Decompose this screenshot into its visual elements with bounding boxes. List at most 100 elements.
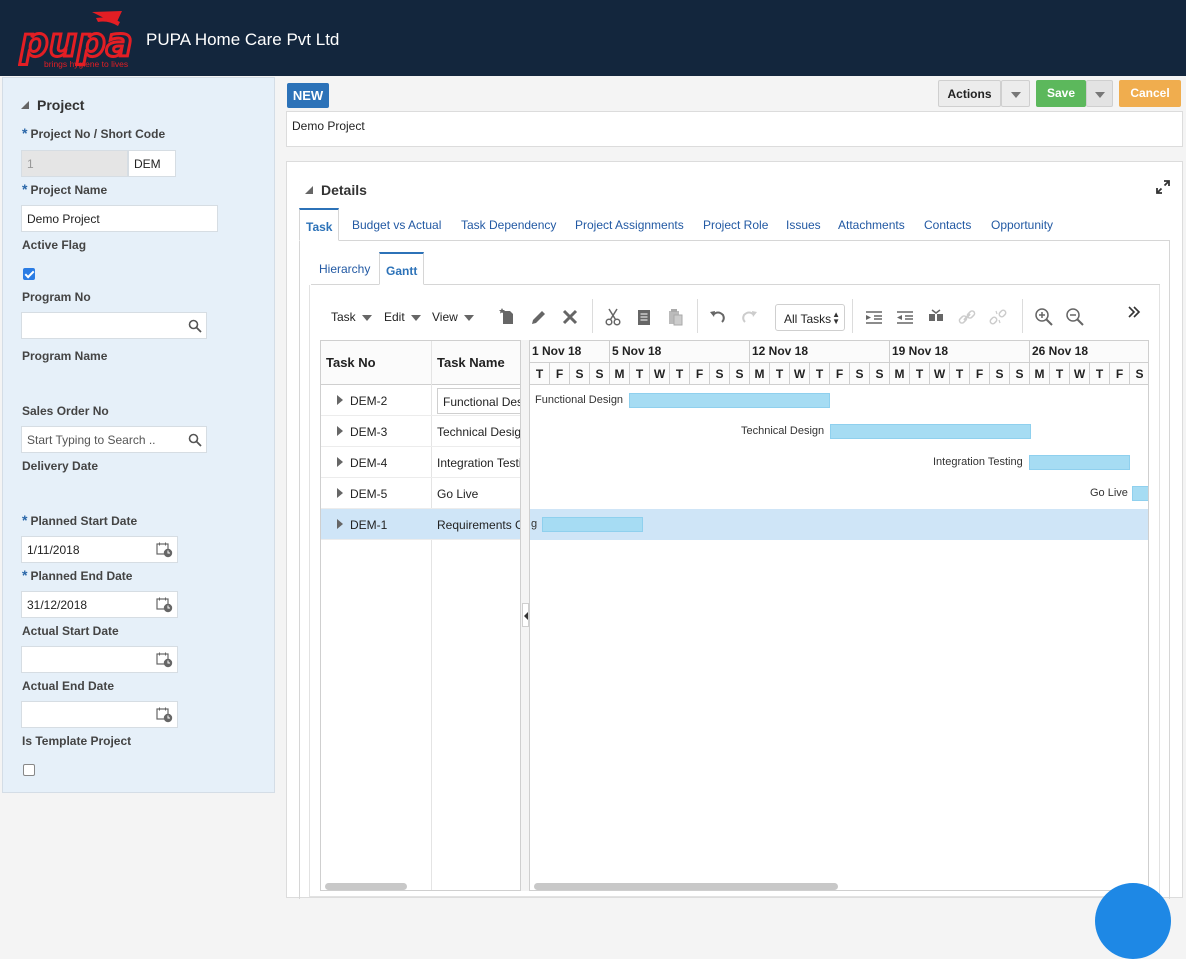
table-row[interactable]: DEM-4 Integration Testing [321, 447, 520, 478]
paste-icon[interactable] [664, 306, 686, 328]
floating-action-button[interactable] [1095, 883, 1171, 959]
view-menu[interactable]: View [432, 310, 474, 324]
day-letter: W [650, 363, 670, 385]
task-bar[interactable] [1029, 455, 1130, 470]
calendar-icon[interactable] [156, 597, 173, 613]
day-letter: T [1050, 363, 1070, 385]
edit-menu[interactable]: Edit [384, 310, 421, 324]
split-task-icon[interactable] [925, 306, 947, 328]
tab-contacts[interactable]: Contacts [924, 208, 971, 241]
day-letter: M [610, 363, 630, 385]
gantt-chart: Task Edit View All Tasks ▲ ▼ Task No Tas… [309, 285, 1160, 897]
save-button[interactable]: Save [1036, 80, 1086, 107]
timeline-horizontal-scrollbar[interactable] [534, 883, 838, 890]
indent-icon[interactable] [863, 306, 885, 328]
subtab-gantt[interactable]: Gantt [379, 252, 425, 285]
actual-end-input[interactable] [21, 701, 178, 728]
program-no-label: Program No [22, 290, 91, 304]
expand-row-icon[interactable] [337, 457, 343, 467]
search-icon[interactable] [188, 433, 202, 447]
link-icon[interactable] [956, 306, 978, 328]
delete-x-icon[interactable] [559, 306, 581, 328]
tab-project-role[interactable]: Project Role [703, 208, 768, 241]
new-task-icon[interactable] [497, 306, 519, 328]
actual-end-label: Actual End Date [22, 679, 115, 693]
timeline-row: Go Live [530, 478, 1148, 509]
record-title-field[interactable]: Demo Project [286, 111, 1183, 147]
project-no-input[interactable]: 1 [21, 150, 128, 177]
calendar-icon[interactable] [156, 542, 173, 558]
expand-row-icon[interactable] [337, 519, 343, 529]
tab-budget-vs-actual[interactable]: Budget vs Actual [352, 208, 441, 241]
col-task-name[interactable]: Task Name [432, 341, 520, 385]
actions-button[interactable]: Actions [938, 80, 1001, 107]
expand-row-icon[interactable] [337, 395, 343, 405]
expand-row-icon[interactable] [337, 426, 343, 436]
details-section-header[interactable]: Details [305, 182, 367, 198]
task-menu[interactable]: Task [331, 310, 372, 324]
edit-pencil-icon[interactable] [528, 306, 550, 328]
redo-icon[interactable] [738, 306, 760, 328]
bar-label: Functional Design [535, 394, 624, 406]
table-row-selected[interactable]: DEM-1 Requirements Gathering [321, 509, 520, 540]
cut-scissors-icon[interactable] [602, 306, 624, 328]
planned-start-input[interactable]: 1/11/2018 [21, 536, 178, 563]
project-name-input[interactable]: Demo Project [21, 205, 218, 232]
active-flag-checkbox[interactable] [23, 268, 35, 280]
project-section-header[interactable]: Project [21, 97, 84, 113]
timeline-row: Functional Design [530, 385, 1148, 416]
col-task-no[interactable]: Task No [321, 341, 431, 385]
unlink-icon[interactable] [987, 306, 1009, 328]
zoom-in-icon[interactable] [1033, 306, 1055, 328]
task-bar[interactable] [830, 424, 1031, 439]
search-icon[interactable] [188, 319, 202, 333]
task-bar[interactable] [542, 517, 643, 532]
tab-issues[interactable]: Issues [786, 208, 821, 241]
task-name-edit-field[interactable]: Functional Design [437, 388, 520, 414]
day-letter: S [870, 363, 890, 385]
bar-label: g [531, 518, 538, 530]
actions-dropdown-button[interactable] [1001, 80, 1030, 107]
copy-icon[interactable] [633, 306, 655, 328]
zoom-out-icon[interactable] [1064, 306, 1086, 328]
save-dropdown-button[interactable] [1086, 80, 1113, 107]
task-filter-select[interactable]: All Tasks ▲ ▼ [775, 304, 845, 331]
program-no-input[interactable] [21, 312, 207, 339]
table-row[interactable]: DEM-3 Technical Design [321, 416, 520, 447]
undo-icon[interactable] [707, 306, 729, 328]
calendar-icon[interactable] [156, 652, 173, 668]
table-horizontal-scrollbar[interactable] [325, 883, 407, 890]
short-code-input[interactable]: DEM [128, 150, 176, 177]
task-name-cell: Technical Design [437, 425, 520, 439]
day-letter: S [590, 363, 610, 385]
tab-attachments[interactable]: Attachments [838, 208, 905, 241]
subtab-hierarchy[interactable]: Hierarchy [319, 252, 370, 285]
company-name: PUPA Home Care Pvt Ltd [146, 30, 340, 49]
week-label: 1 Nov 18 [532, 344, 582, 358]
day-letter: T [910, 363, 930, 385]
task-name-cell: Integration Testing [437, 456, 520, 470]
expand-row-icon[interactable] [337, 488, 343, 498]
expand-icon[interactable] [1156, 180, 1170, 194]
sales-order-input[interactable]: Start Typing to Search .. [21, 426, 207, 453]
table-row[interactable]: DEM-5 Go Live [321, 478, 520, 509]
template-checkbox[interactable] [23, 764, 35, 776]
task-bar[interactable] [1132, 486, 1148, 501]
calendar-icon[interactable] [156, 707, 173, 723]
sales-order-label: Sales Order No [22, 404, 109, 418]
details-tab-bar: Task Budget vs Actual Task Dependency Pr… [299, 208, 1170, 241]
toolbar-overflow-icon[interactable] [1123, 302, 1145, 324]
planned-end-input[interactable]: 31/12/2018 [21, 591, 178, 618]
actual-start-input[interactable] [21, 646, 178, 673]
collapse-splitter-icon[interactable] [522, 603, 529, 627]
task-bar[interactable] [629, 393, 830, 408]
cancel-button[interactable]: Cancel [1119, 80, 1181, 107]
outdent-icon[interactable] [894, 306, 916, 328]
tab-task[interactable]: Task [299, 208, 340, 241]
tab-project-assignments[interactable]: Project Assignments [575, 208, 684, 241]
tab-opportunity[interactable]: Opportunity [991, 208, 1053, 241]
week-label: 19 Nov 18 [892, 344, 949, 358]
table-row[interactable]: DEM-2 Functional Design [321, 385, 520, 416]
timeline-row: Integration Testing [530, 447, 1148, 478]
tab-task-dependency[interactable]: Task Dependency [461, 208, 556, 241]
